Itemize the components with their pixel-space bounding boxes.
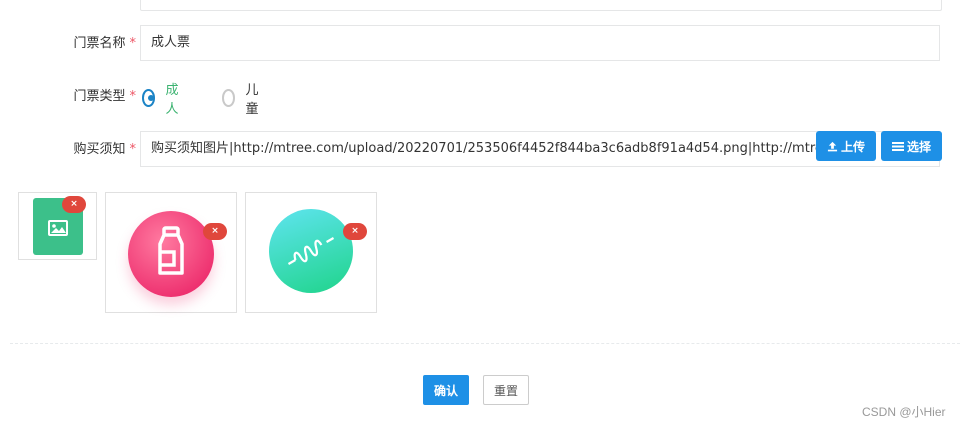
upload-button-label: 上传 (840, 139, 865, 154)
image-thumbnail[interactable]: × (105, 192, 237, 313)
radio-child[interactable]: 儿童 (222, 83, 263, 117)
purchase-notice-label-text: 购买须知 (73, 142, 126, 157)
upload-button[interactable]: 上传 (816, 131, 876, 161)
required-mark: * (129, 142, 137, 157)
ticket-name-input[interactable]: 成人票 (140, 25, 940, 61)
radio-adult-label: 成人 (165, 83, 179, 117)
required-mark: * (129, 89, 137, 104)
reset-button[interactable]: 重置 (483, 375, 529, 405)
watermark: CSDN @小Hier (862, 405, 946, 419)
image-thumbnail[interactable]: × (245, 192, 377, 313)
select-button-label: 选择 (906, 139, 931, 154)
image-thumbnail[interactable]: × (18, 192, 97, 260)
spring-icon (269, 209, 353, 293)
radio-child-label: 儿童 (245, 83, 259, 117)
ticket-name-label-text: 门票名称 (73, 36, 126, 51)
bottle-icon (128, 211, 214, 297)
ticket-name-label: 门票名称 * (0, 34, 136, 54)
radio-adult[interactable]: 成人 (142, 83, 183, 117)
previous-field-input[interactable] (140, 0, 942, 11)
select-button[interactable]: 选择 (881, 131, 942, 161)
list-icon (891, 141, 904, 152)
upload-icon (827, 141, 838, 152)
radio-checked-icon (142, 89, 156, 107)
ticket-type-label: 门票类型 * (0, 87, 136, 107)
confirm-button[interactable]: 确认 (423, 375, 469, 405)
delete-image-button[interactable]: × (203, 223, 227, 240)
radio-unchecked-icon (222, 89, 236, 107)
delete-image-button[interactable]: × (62, 196, 86, 213)
required-mark: * (129, 36, 137, 51)
ticket-type-label-text: 门票类型 (73, 89, 126, 104)
delete-image-button[interactable]: × (343, 223, 367, 240)
purchase-notice-label: 购买须知 * (0, 140, 136, 160)
form-divider (10, 343, 960, 344)
